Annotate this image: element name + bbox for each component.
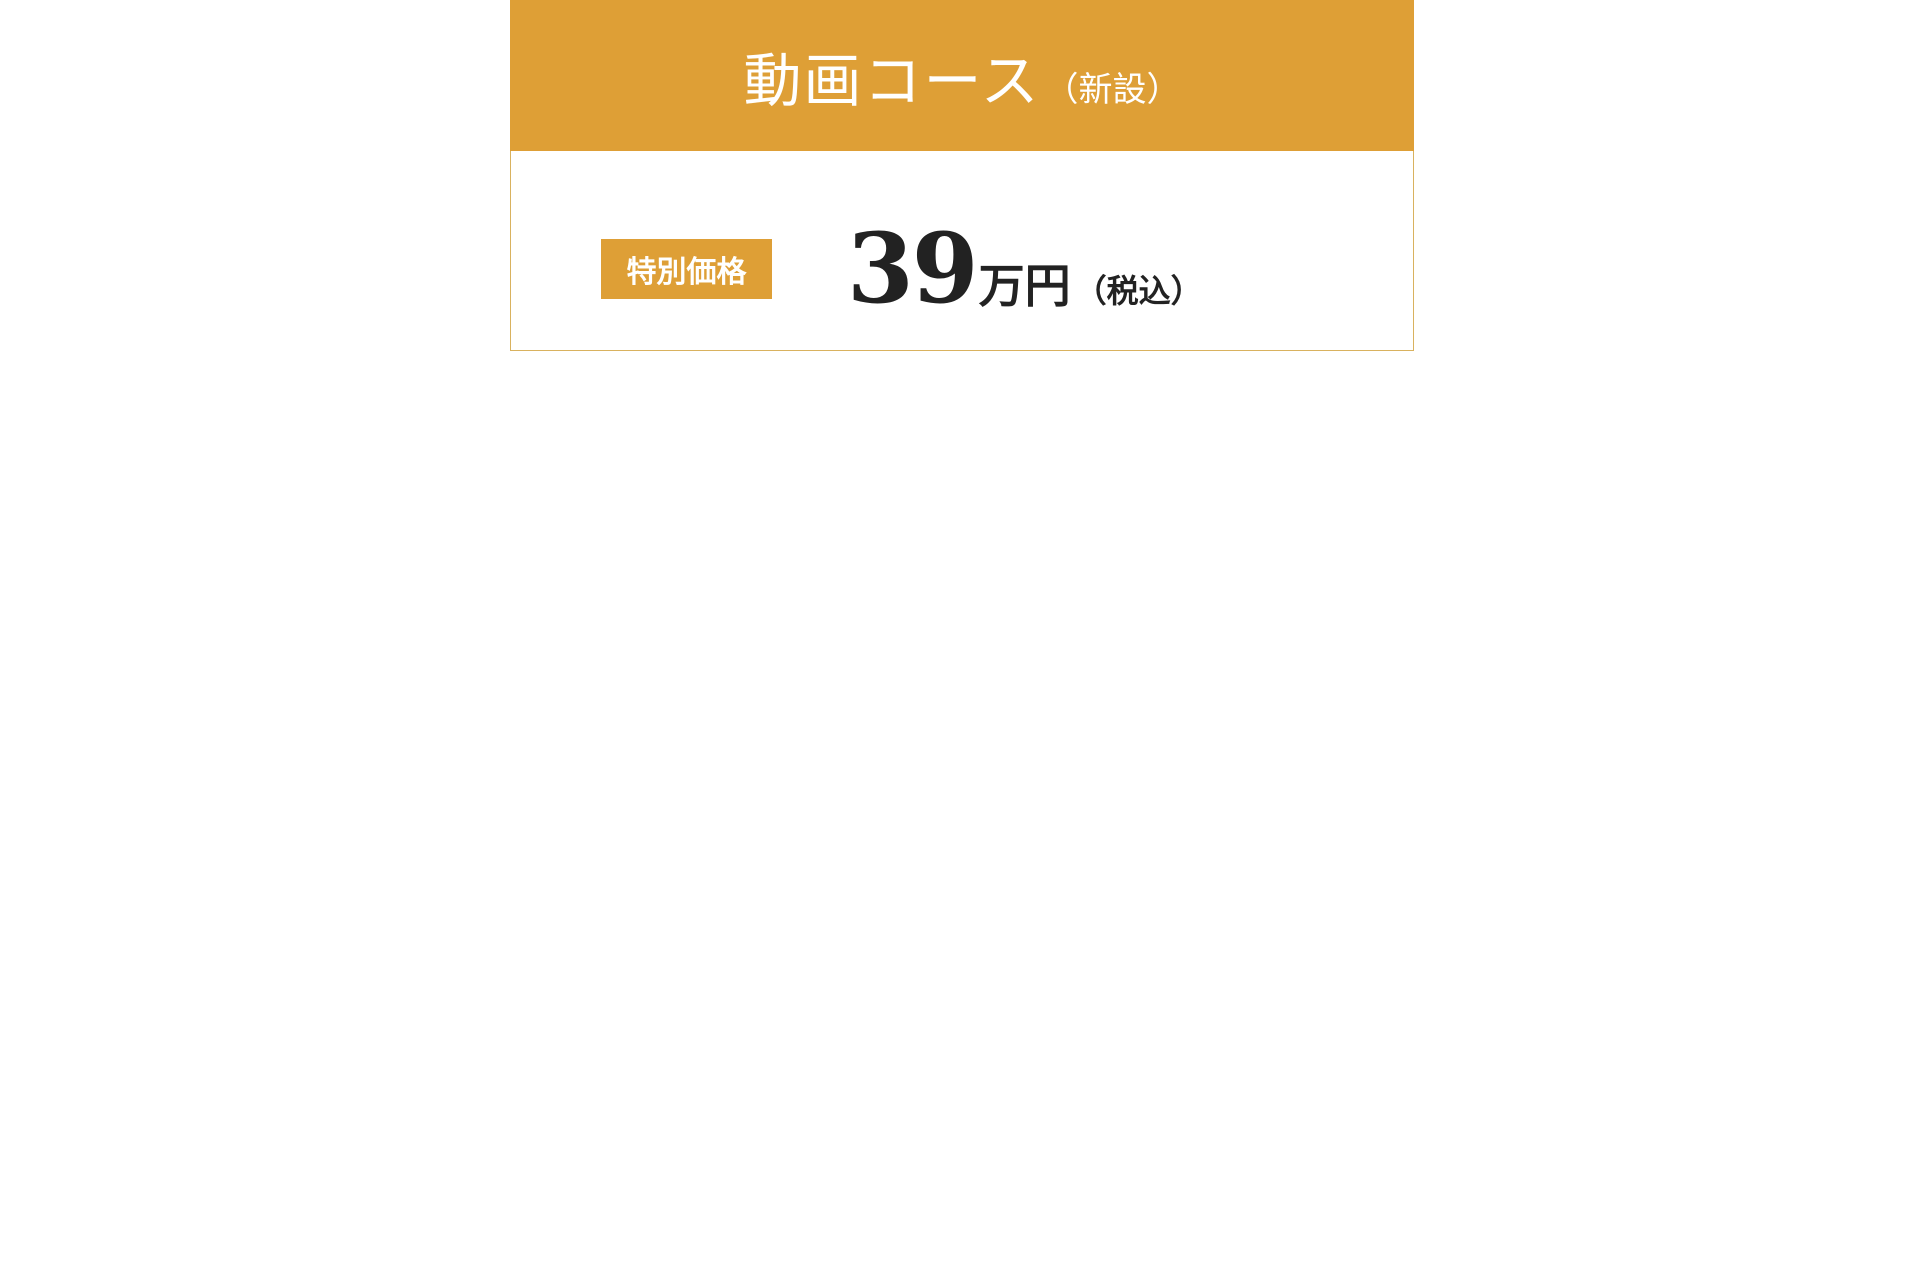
course-header: 動画コース （新設） <box>510 0 1414 151</box>
price-amount: 39 <box>847 212 979 325</box>
price-unit: 万円 <box>978 259 1071 313</box>
course-title-text: 動画コース <box>743 46 1041 115</box>
price-tax-note: （税込） <box>1074 272 1203 310</box>
course-price-panel: 特別価格 39 万円 （税込） <box>510 151 1414 351</box>
course-title: 動画コース （新設） <box>743 34 1180 118</box>
special-price-badge: 特別価格 <box>601 239 772 299</box>
course-title-note: （新設） <box>1044 69 1181 110</box>
price-display: 39 万円 （税込） <box>847 221 1203 317</box>
course-card: 動画コース （新設） 特別価格 39 万円 （税込） <box>510 0 1414 352</box>
